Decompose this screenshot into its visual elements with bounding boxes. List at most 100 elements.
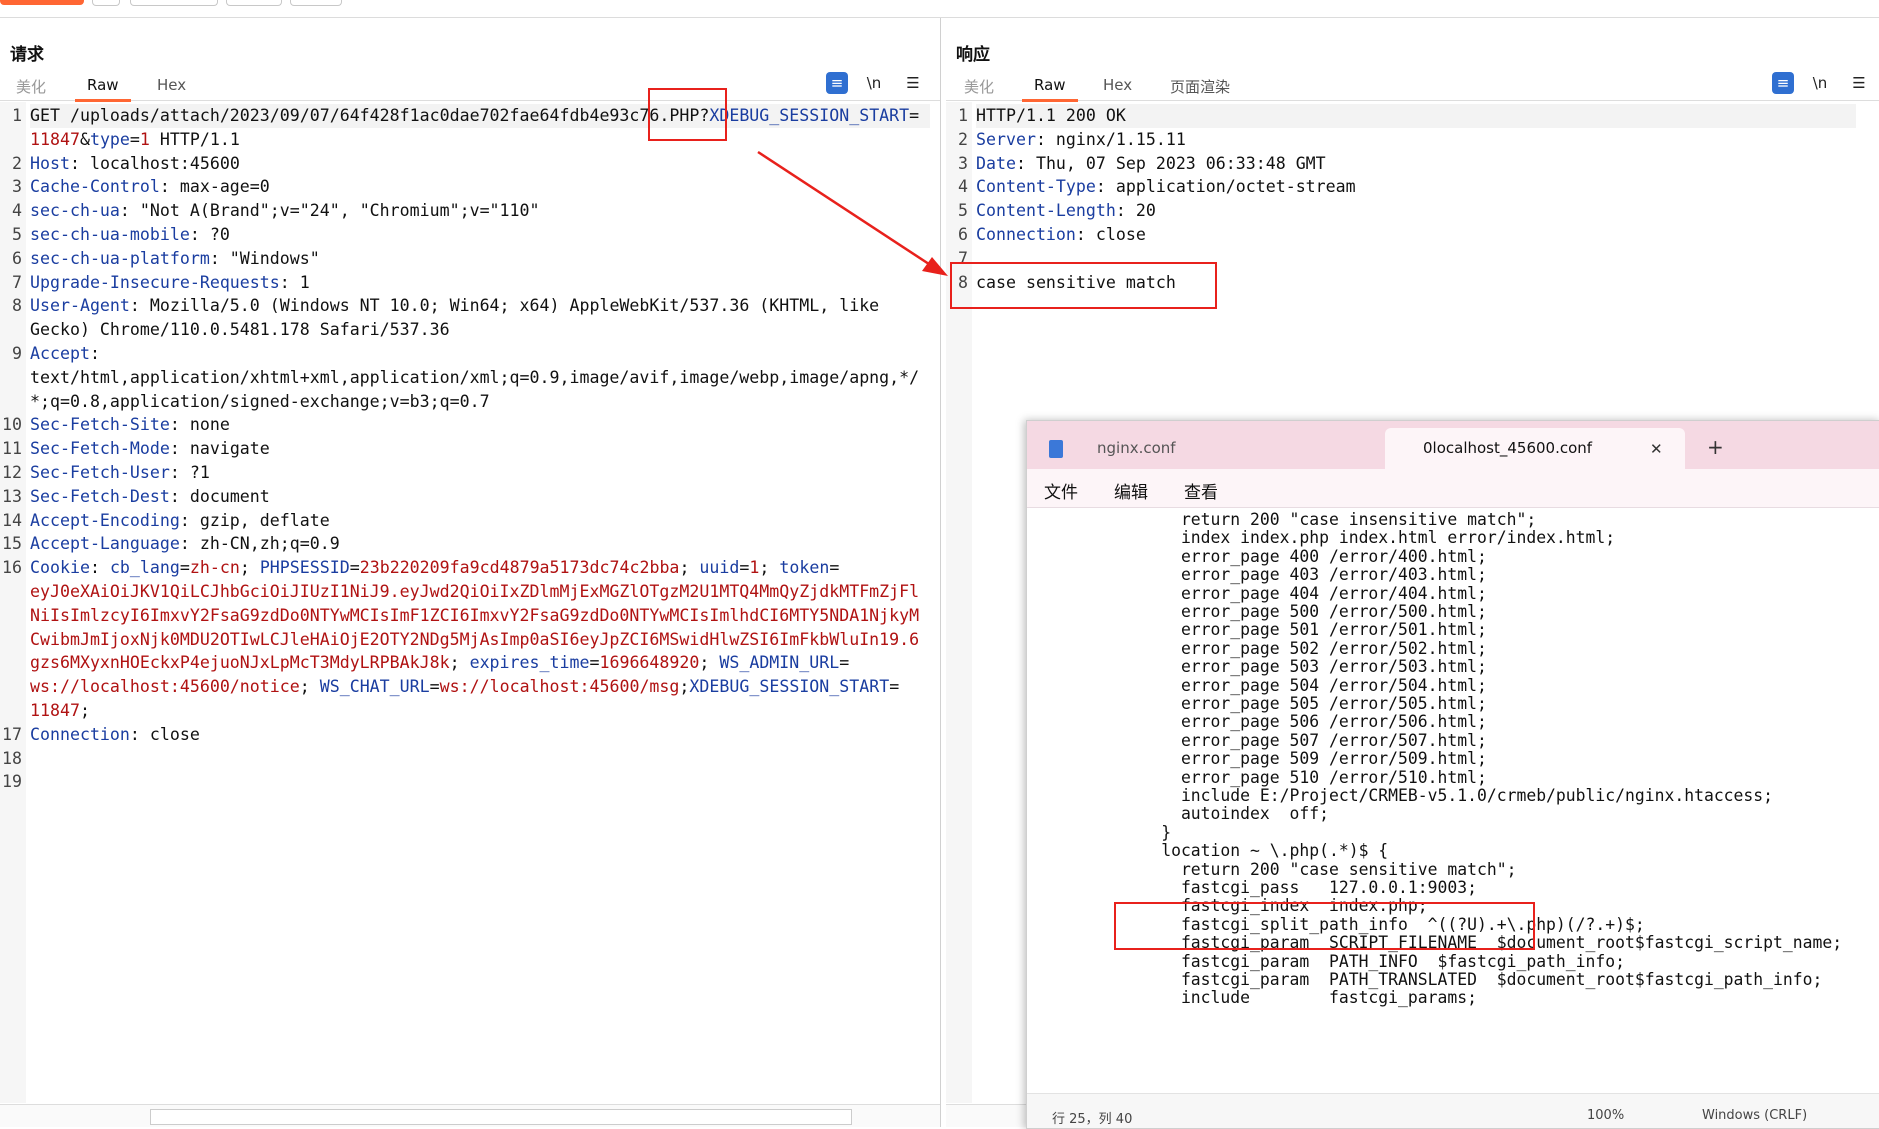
code-token: = bbox=[349, 558, 360, 578]
code-token: ; bbox=[679, 677, 690, 697]
line-number: 9 bbox=[12, 343, 22, 363]
menu-icon[interactable]: ☰ bbox=[902, 72, 924, 94]
tab-nginx-conf[interactable]: nginx.conf bbox=[1097, 428, 1317, 469]
menu-icon[interactable]: ☰ bbox=[1848, 72, 1870, 94]
request-line: 13 Sec-Fetch-Dest: document bbox=[2, 485, 930, 509]
request-line: 17 Connection: close bbox=[2, 723, 930, 747]
tab-hex[interactable]: Hex bbox=[157, 76, 186, 94]
tab-raw[interactable]: Raw bbox=[1022, 76, 1077, 102]
code-token: HTTP/1.1 200 OK bbox=[976, 106, 1126, 125]
request-title: 请求 bbox=[10, 45, 44, 65]
code-token: = bbox=[909, 106, 920, 125]
request-line: 11 Sec-Fetch-Mode: navigate bbox=[2, 437, 930, 461]
request-line: 11847; bbox=[30, 699, 930, 723]
code-token: 23b220209fa9cd4879a5173dc74c2bba bbox=[359, 558, 680, 578]
request-line: *;q=0.8,application/signed-exchange;v=b3… bbox=[30, 390, 930, 414]
line-number: 3 bbox=[958, 153, 968, 173]
code-token: ; bbox=[79, 700, 90, 720]
code-token: : ?0 bbox=[189, 224, 230, 244]
notepad-tab-bar: nginx.conf 0localhost_45600.conf ✕ + bbox=[1027, 421, 1879, 469]
response-tabs: 美化 Raw Hex 页面渲染 bbox=[946, 72, 1879, 102]
code-token: WS_CHAT_URL bbox=[319, 677, 430, 697]
request-line: 15 Accept-Language: zh-CN,zh;q=0.9 bbox=[2, 532, 930, 556]
cursor-position: 行 25，列 40 bbox=[1052, 1112, 1133, 1127]
code-token: : ?1 bbox=[169, 462, 210, 482]
code-token: eyJ0eXAiOiJKV1QiLCJhbGciOiJIUzI1NiJ9.eyJ… bbox=[30, 581, 920, 601]
line-number: 14 bbox=[2, 510, 22, 530]
line-number: 5 bbox=[958, 201, 968, 221]
code-token: Cache-Control bbox=[30, 177, 160, 197]
wrap-lines-icon[interactable]: ≡ bbox=[826, 72, 848, 94]
code-token: Connection bbox=[976, 224, 1076, 244]
send-button[interactable] bbox=[0, 0, 84, 5]
code-token: Content-Type bbox=[976, 177, 1096, 197]
code-token: Cookie bbox=[30, 558, 90, 578]
code-token: ws://localhost:45600/notice bbox=[30, 677, 300, 697]
code-token: token bbox=[779, 558, 830, 578]
newline-icon[interactable]: \n bbox=[863, 72, 885, 94]
line-number: 2 bbox=[958, 129, 968, 149]
code-token: CwibmJmIjoxNjk0MDU2OTIwLCJleHAiOjE2OTY2N… bbox=[30, 629, 920, 649]
line-number: 19 bbox=[2, 772, 22, 792]
config-rule-highlight bbox=[1114, 902, 1535, 950]
request-line: 4 sec-ch-ua: "Not A(Brand";v="24", "Chrom… bbox=[12, 199, 930, 223]
request-line: 12 Sec-Fetch-User: ?1 bbox=[2, 461, 930, 485]
code-token: ; bbox=[679, 558, 700, 578]
tab-raw[interactable]: Raw bbox=[75, 76, 130, 102]
code-token: : Mozilla/5.0 (Windows NT 10.0; Win64; x… bbox=[129, 296, 880, 316]
notepad-file-icon bbox=[1049, 440, 1063, 458]
line-number: 13 bbox=[2, 486, 22, 506]
prev-button[interactable] bbox=[226, 0, 282, 6]
next-button[interactable] bbox=[290, 0, 342, 6]
notepad-menu-bar: 文件 编辑 查看 bbox=[1027, 469, 1879, 508]
request-line: 11847&type=1 HTTP/1.1 bbox=[30, 128, 930, 152]
menu-edit[interactable]: 编辑 bbox=[1114, 478, 1148, 503]
menu-file[interactable]: 文件 bbox=[1044, 478, 1078, 503]
code-token: PHPSESSID bbox=[259, 558, 350, 578]
code-token: Accept-Encoding bbox=[30, 510, 180, 530]
code-token: Sec-Fetch-Mode bbox=[30, 439, 170, 459]
close-tab-icon[interactable]: ✕ bbox=[1650, 440, 1663, 458]
tab-render[interactable]: 页面渲染 bbox=[1170, 76, 1230, 97]
code-token: Server bbox=[976, 129, 1036, 149]
code-token: = bbox=[889, 677, 900, 697]
tab-hex[interactable]: Hex bbox=[1103, 76, 1132, 94]
cancel-button[interactable] bbox=[130, 0, 218, 6]
add-tab-icon[interactable]: + bbox=[1707, 435, 1724, 459]
code-token: cb_lang bbox=[109, 558, 180, 578]
code-token: sec-ch-ua bbox=[30, 201, 120, 221]
settings-button[interactable] bbox=[92, 0, 120, 6]
tab-localhost-conf[interactable]: 0localhost_45600.conf bbox=[1385, 428, 1685, 469]
code-token: : "Not A(Brand";v="24", "Chromium";v="11… bbox=[119, 201, 540, 221]
tab-pretty[interactable]: 美化 bbox=[964, 76, 994, 97]
request-editor[interactable]: 1 GET /uploads/attach/2023/09/07/64f428f1… bbox=[2, 104, 930, 794]
code-token: 1 bbox=[749, 558, 760, 578]
code-token: sec-ch-ua-platform bbox=[30, 248, 210, 268]
code-token: XDEBUG_SESSION_START bbox=[709, 106, 910, 125]
code-token: Host bbox=[30, 153, 70, 173]
response-line: 3 Date: Thu, 07 Sep 2023 06:33:48 GMT bbox=[958, 152, 1856, 176]
code-token: = bbox=[829, 558, 840, 578]
code-token: : bbox=[89, 558, 110, 578]
response-editor-tools: ≡ \n ☰ bbox=[1772, 72, 1879, 98]
request-line: 19 bbox=[2, 770, 930, 794]
top-toolbar bbox=[0, 0, 1879, 18]
code-token: 11847 bbox=[30, 700, 80, 720]
code-token: zh-cn bbox=[189, 558, 240, 578]
wrap-lines-icon[interactable]: ≡ bbox=[1772, 72, 1794, 94]
menu-view[interactable]: 查看 bbox=[1184, 478, 1218, 503]
newline-icon[interactable]: \n bbox=[1809, 72, 1831, 94]
request-line: gzs6MXyxnHOEckxP4ejuoNJxLpMcT3MdyLRPBAkJ… bbox=[30, 651, 930, 675]
code-token: : "Windows" bbox=[209, 248, 320, 268]
line-number: 7 bbox=[12, 272, 22, 292]
code-token: 11847 bbox=[30, 129, 80, 149]
notepad-editor[interactable]: return 200 "case insensitive match"; ind… bbox=[1027, 507, 1879, 1094]
response-line: 2 Server: nginx/1.15.11 bbox=[958, 128, 1856, 152]
tab-pretty[interactable]: 美化 bbox=[16, 76, 46, 97]
search-input[interactable] bbox=[150, 1109, 852, 1125]
code-token: ws://localhost:45600/msg bbox=[439, 677, 680, 697]
request-line: 5 sec-ch-ua-mobile: ?0 bbox=[12, 223, 930, 247]
line-number: 2 bbox=[12, 153, 22, 173]
response-title: 响应 bbox=[956, 45, 990, 65]
code-token: & bbox=[79, 129, 90, 149]
